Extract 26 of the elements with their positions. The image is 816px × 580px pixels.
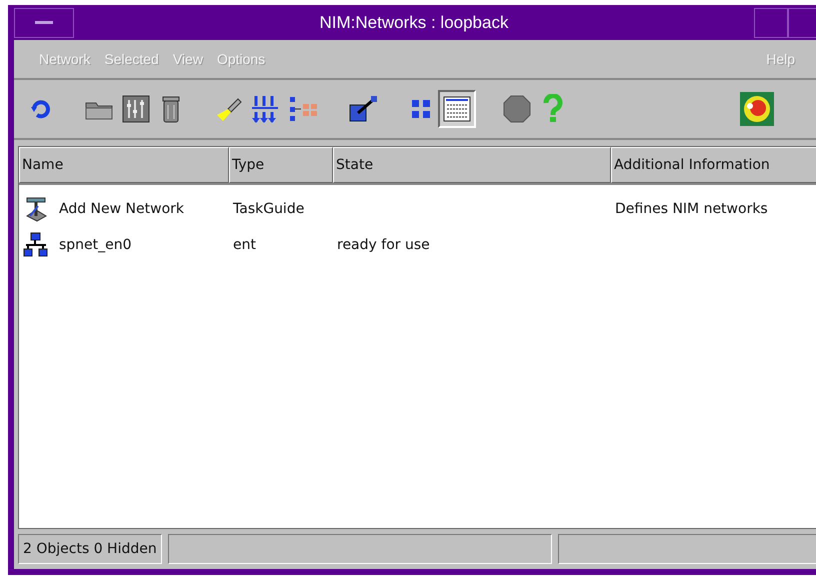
info-cell: Defines NIM networks <box>615 201 768 217</box>
column-header[interactable]: State <box>333 147 611 183</box>
help-icon <box>543 94 563 124</box>
refresh-icon <box>29 97 53 121</box>
column-header[interactable]: Additional Information <box>611 147 816 183</box>
stop-sign-icon <box>502 94 532 124</box>
type-cell: TaskGuide <box>233 201 304 217</box>
control-panel-icon <box>122 95 150 123</box>
type-cell: ent <box>233 237 256 253</box>
status-globe-icon <box>740 92 774 126</box>
column-header[interactable]: Name <box>19 147 229 183</box>
details-view-icon <box>442 95 472 123</box>
view-toggle-button[interactable] <box>438 90 476 128</box>
window-title: NIM:Networks : loopback <box>318 12 510 32</box>
window-menu-button[interactable] <box>14 8 74 38</box>
trash-can-icon <box>161 95 181 123</box>
sort-arrows-icon <box>250 94 280 124</box>
name-cell: spnet_en0 <box>59 237 132 253</box>
arrow-square-icon <box>348 95 378 123</box>
name-cell: Add New Network <box>59 201 184 217</box>
state-cell: ready for use <box>337 237 430 253</box>
icon-view-icon <box>409 97 433 121</box>
status-text: 2 Objects 0 Hidden <box>18 534 162 564</box>
network-icon <box>23 232 49 258</box>
column-header[interactable]: Type <box>229 147 333 183</box>
hierarchy-icon <box>288 95 318 123</box>
